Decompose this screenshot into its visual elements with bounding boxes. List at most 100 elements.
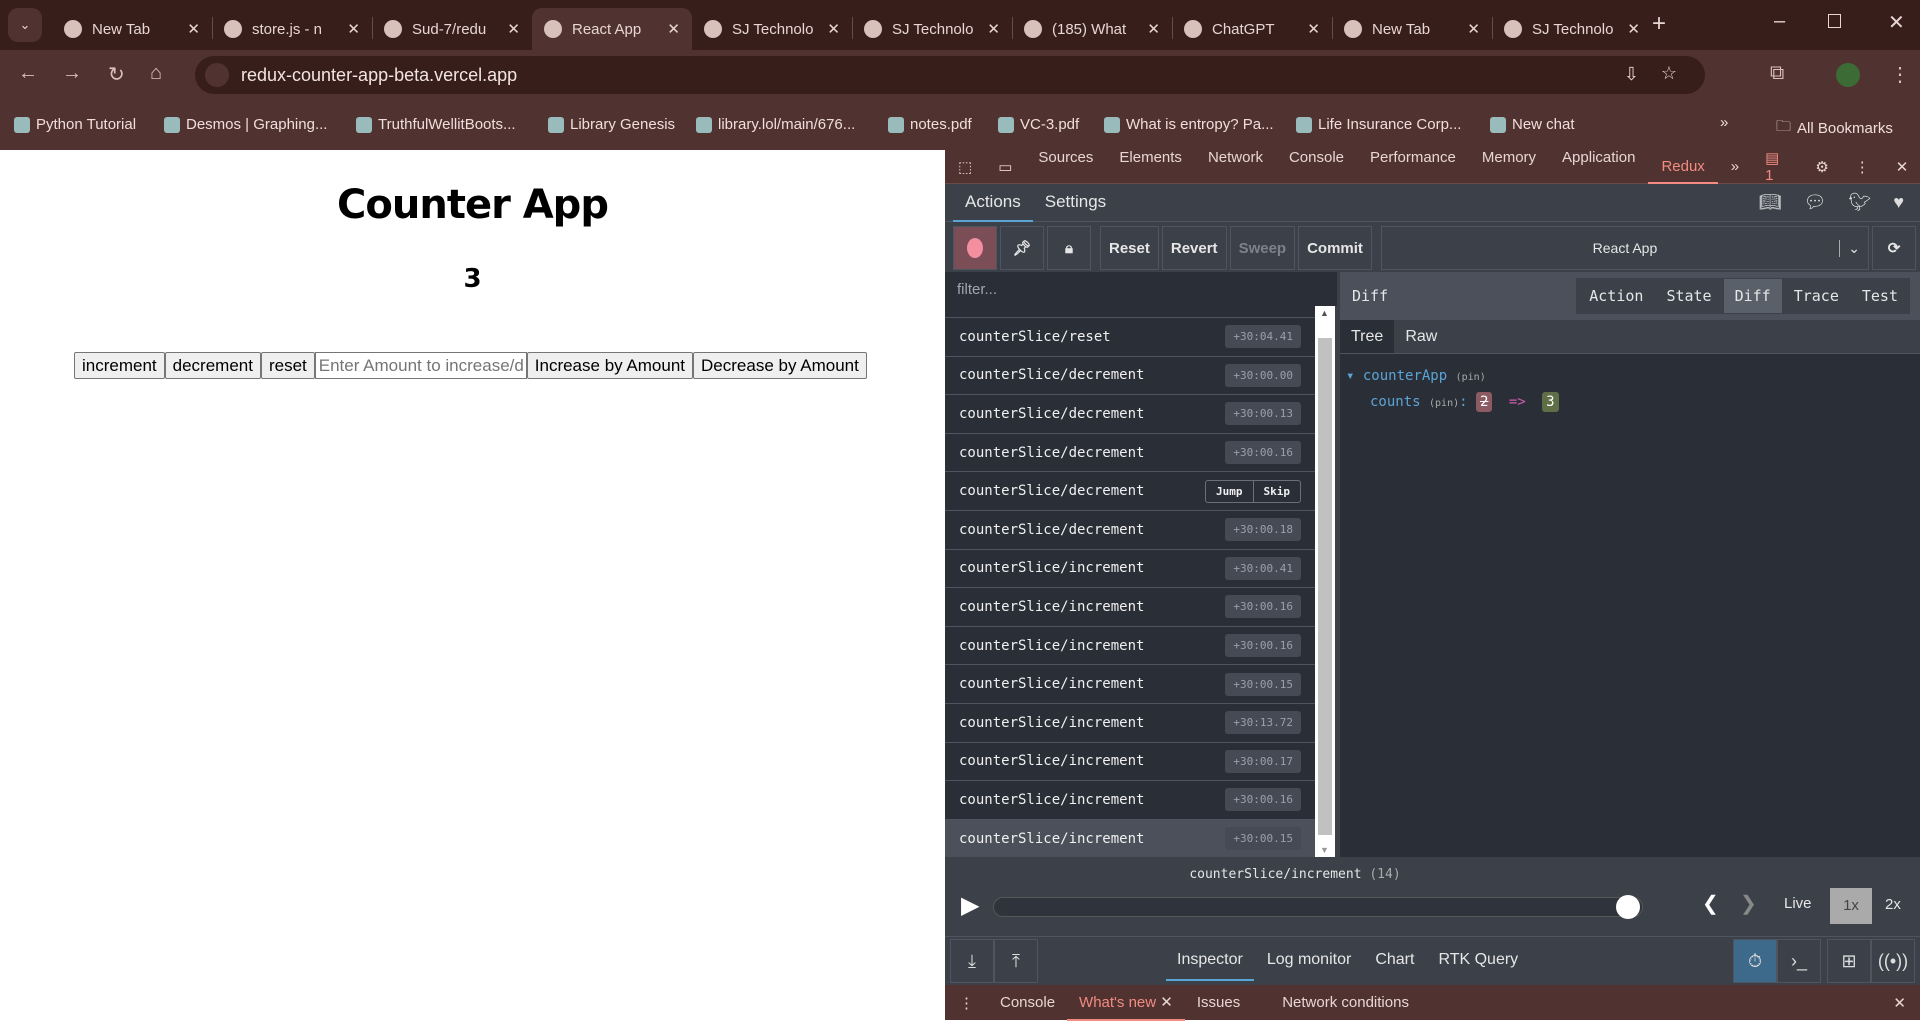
monitor-tab-action[interactable]: Action (1577, 279, 1655, 313)
action-row[interactable]: counterSlice/increment +30:00.15 (945, 665, 1315, 704)
bookmark-item[interactable]: Library Genesis (548, 116, 675, 133)
device-toolbar-icon[interactable]: ▭ (985, 158, 1025, 176)
bookmark-item[interactable]: Python Tutorial (14, 116, 136, 133)
devtools-tab-network[interactable]: Network (1195, 149, 1276, 184)
drawer-menu-icon[interactable]: ⋮ (945, 994, 988, 1012)
dispatcher-button[interactable]: ›_ (1777, 939, 1821, 983)
close-tab-icon[interactable]: ✕ (1160, 994, 1173, 1011)
devtools-tab-sources[interactable]: Sources (1025, 149, 1106, 184)
record-button[interactable] (953, 226, 997, 270)
menu-icon[interactable]: ⋮ (1890, 62, 1910, 87)
commit-button[interactable]: Commit (1298, 226, 1372, 270)
close-tab-icon[interactable]: ✕ (347, 20, 360, 38)
action-row[interactable]: counterSlice/decrement +30:00.13 (945, 395, 1315, 434)
slider-toggle-button[interactable]: ⊞ (1827, 939, 1871, 983)
close-tab-icon[interactable]: ✕ (1467, 20, 1480, 38)
close-tab-icon[interactable]: ✕ (827, 20, 840, 38)
live-button[interactable]: Live (1784, 895, 1812, 912)
issues-badge[interactable]: ▤ 1 (1752, 149, 1792, 184)
tab-tree[interactable]: Tree (1340, 320, 1395, 353)
bookmark-item[interactable]: library.lol/main/676... (696, 116, 855, 133)
import-button[interactable]: ⤓ (950, 939, 994, 983)
bookmark-item[interactable]: What is entropy? Pa... (1104, 116, 1274, 133)
bookmark-item[interactable]: VC-3.pdf (998, 116, 1079, 133)
bookmark-item[interactable]: Desmos | Graphing... (164, 116, 327, 133)
step-forward-icon[interactable]: ❯ (1740, 891, 1757, 916)
more-tabs-icon[interactable]: » (1718, 158, 1752, 175)
forward-icon[interactable]: → (62, 62, 82, 85)
action-row[interactable]: counterSlice/increment +30:00.41 (945, 550, 1315, 589)
increment-button[interactable]: increment (74, 352, 165, 379)
devtools-tab-console[interactable]: Console (1276, 149, 1357, 184)
slider-knob[interactable] (1616, 895, 1640, 919)
pin-link[interactable]: (pin) (1456, 372, 1486, 383)
instance-select[interactable]: React App ⌄ (1380, 226, 1869, 270)
home-icon[interactable]: ⌂ (150, 62, 162, 85)
close-tab-icon[interactable]: ✕ (187, 20, 200, 38)
site-info-icon[interactable] (205, 63, 229, 87)
monitor-inspector[interactable]: Inspector (1166, 941, 1254, 981)
drawer-tab-console[interactable]: Console (988, 994, 1067, 1011)
sweep-button[interactable]: Sweep (1229, 226, 1296, 270)
action-row[interactable]: counterSlice/increment +30:00.15 (945, 819, 1315, 857)
drawer-tab-issues[interactable]: Issues (1185, 994, 1252, 1011)
url-input[interactable]: redux-counter-app-beta.vercel.app ⇩ ☆ (195, 56, 1705, 94)
more-bookmarks-icon[interactable]: » (1720, 114, 1728, 131)
monitor-log-monitor[interactable]: Log monitor (1256, 941, 1363, 981)
profile-avatar[interactable] (1836, 63, 1860, 87)
close-window-button[interactable]: ✕ (1888, 10, 1905, 35)
pin-button[interactable]: 📌︎ (1000, 226, 1044, 270)
bookmark-item[interactable]: Life Insurance Corp... (1296, 116, 1461, 133)
browser-tab[interactable]: store.js - n ✕ (212, 8, 372, 50)
monitor-tab-test[interactable]: Test (1849, 279, 1909, 313)
jump-button[interactable]: Jump (1206, 481, 1253, 502)
browser-tab[interactable]: (185) What ✕ (1012, 8, 1172, 50)
maximize-button[interactable] (1828, 14, 1841, 28)
devtools-tab-redux[interactable]: Redux (1648, 149, 1718, 184)
persist-button[interactable]: ⏱︎ (1733, 939, 1777, 983)
browser-tab[interactable]: New Tab ✕ (1332, 8, 1492, 50)
action-row[interactable]: counterSlice/decrement +30:00.00 (945, 357, 1315, 396)
browser-tab[interactable]: New Tab ✕ (52, 8, 212, 50)
browser-tab[interactable]: SJ Technolo ✕ (852, 8, 1012, 50)
sync-button[interactable]: ⟳ (1872, 226, 1916, 270)
heart-icon[interactable]: ♥ (1893, 192, 1904, 213)
close-tab-icon[interactable]: ✕ (507, 20, 520, 38)
decrease-by-amount-button[interactable]: Decrease by Amount (693, 352, 867, 379)
drawer-tab-network-conditions[interactable]: Network conditions (1252, 994, 1421, 1011)
new-tab-button[interactable]: + (1652, 10, 1666, 38)
pin-link[interactable]: (pin) (1429, 398, 1459, 409)
action-row[interactable]: counterSlice/reset +30:04.41 (945, 318, 1315, 357)
skip-button[interactable]: Skip (1252, 480, 1301, 502)
minimize-button[interactable]: – (1774, 10, 1785, 33)
close-tab-icon[interactable]: ✕ (1627, 20, 1640, 38)
tab-raw[interactable]: Raw (1394, 320, 1448, 353)
inspect-element-icon[interactable]: ⬚ (945, 158, 985, 176)
filter-input[interactable]: filter... (945, 272, 1337, 306)
close-tab-icon[interactable]: ✕ (987, 20, 1000, 38)
bookmark-item[interactable]: New chat (1490, 116, 1575, 133)
action-row[interactable]: counterSlice/decrement +30:00.18 (945, 511, 1315, 550)
feedback-chat-icon[interactable]: 💬︎ (1804, 192, 1827, 213)
browser-tab[interactable]: SJ Technolo ✕ (1492, 8, 1652, 50)
revert-button[interactable]: Revert (1161, 226, 1227, 270)
tab-actions[interactable]: Actions (953, 184, 1033, 222)
action-row[interactable]: counterSlice/increment +30:00.16 (945, 627, 1315, 666)
bookmark-item[interactable]: notes.pdf (888, 116, 972, 133)
step-back-icon[interactable]: ❮ (1702, 891, 1719, 916)
tab-settings[interactable]: Settings (1033, 184, 1118, 222)
expand-triangle-icon[interactable]: ▾ (1346, 368, 1354, 384)
browser-tab[interactable]: ChatGPT ✕ (1172, 8, 1332, 50)
slider-track[interactable] (993, 895, 1643, 919)
close-tab-icon[interactable]: ✕ (1147, 20, 1160, 38)
remote-button[interactable]: ((•)) (1871, 939, 1915, 983)
action-row[interactable]: counterSlice/increment +30:00.16 (945, 588, 1315, 627)
devtools-tab-application[interactable]: Application (1549, 149, 1648, 184)
devtools-tab-elements[interactable]: Elements (1106, 149, 1195, 184)
settings-gear-icon[interactable]: ⚙ (1802, 158, 1841, 176)
close-drawer-icon[interactable]: ✕ (1893, 994, 1920, 1012)
action-row[interactable]: counterSlice/increment +30:00.16 (945, 781, 1315, 820)
close-tab-icon[interactable]: ✕ (667, 20, 680, 38)
browser-tab[interactable]: React App ✕ (532, 8, 692, 50)
close-devtools-icon[interactable]: ✕ (1883, 158, 1920, 176)
